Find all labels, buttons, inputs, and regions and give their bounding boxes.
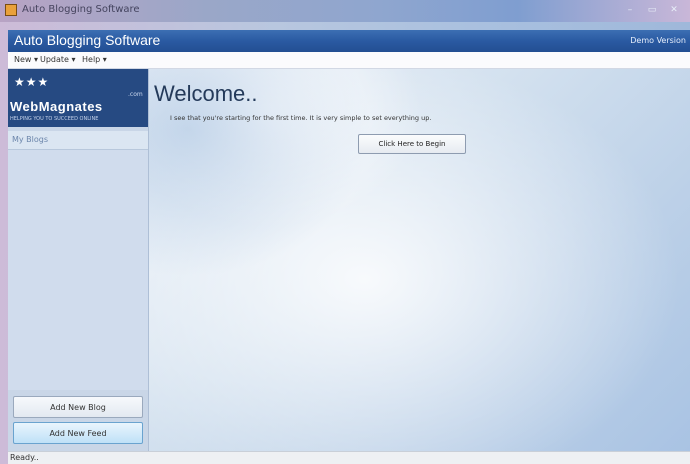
logo-stars-icon: ★★★ (14, 75, 50, 89)
app-title: Auto Blogging Software (14, 32, 161, 48)
welcome-message: I see that you're starting for the first… (170, 114, 432, 122)
logo-suffix: .com (128, 91, 143, 98)
webmagnates-logo: ★★★ .com WebMagnates HELPING YOU TO SUCC… (8, 69, 148, 127)
content-area: ★★★ .com WebMagnates HELPING YOU TO SUCC… (8, 69, 690, 451)
menu-new[interactable]: New ▾ (14, 55, 38, 64)
app-header: Auto Blogging Software Demo Version (8, 30, 690, 52)
title-bar[interactable]: Auto Blogging Software – ▭ ✕ (0, 0, 690, 22)
menu-help[interactable]: Help ▾ (82, 55, 107, 64)
logo-name: WebMagnates (10, 99, 103, 114)
blog-list[interactable] (8, 150, 148, 390)
maximize-icon[interactable]: ▭ (642, 3, 662, 17)
welcome-title: Welcome.. (154, 81, 258, 106)
menu-bar: New ▾ Update ▾ Help ▾ (8, 52, 690, 69)
my-blogs-header[interactable]: My Blogs (8, 131, 148, 150)
status-bar: Ready.. (8, 451, 690, 464)
my-blogs-label: My Blogs (12, 135, 49, 144)
app-icon (5, 4, 17, 16)
menu-update[interactable]: Update ▾ (40, 55, 76, 64)
main-panel-background (148, 69, 690, 451)
logo-tagline: HELPING YOU TO SUCCEED ONLINE (10, 116, 99, 122)
minimize-icon[interactable]: – (620, 3, 640, 17)
close-icon[interactable]: ✕ (664, 3, 684, 17)
add-new-blog-button[interactable]: Add New Blog (13, 396, 143, 418)
status-text: Ready.. (10, 453, 39, 462)
app-window: Auto Blogging Software – ▭ ✕ Auto Bloggi… (0, 0, 690, 464)
demo-version-label: Demo Version (630, 36, 686, 45)
add-new-feed-button[interactable]: Add New Feed (13, 422, 143, 444)
window-controls: – ▭ ✕ (620, 3, 684, 17)
click-here-to-begin-button[interactable]: Click Here to Begin (358, 134, 466, 154)
background-swoosh (148, 69, 690, 451)
sidebar: ★★★ .com WebMagnates HELPING YOU TO SUCC… (8, 69, 149, 451)
window-title: Auto Blogging Software (22, 4, 140, 15)
